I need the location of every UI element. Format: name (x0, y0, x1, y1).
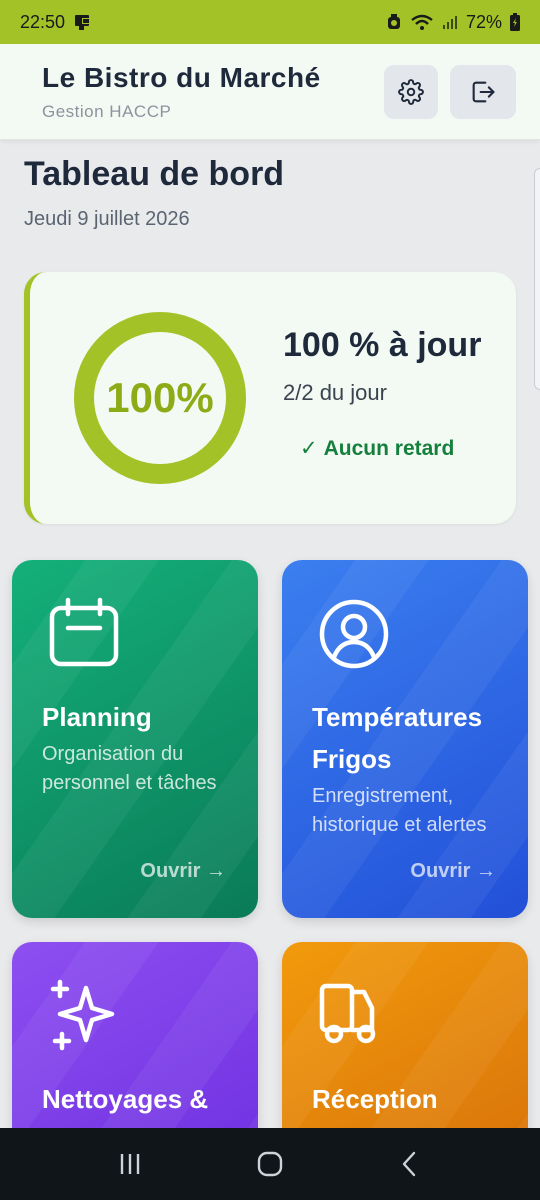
planning-open-link[interactable]: Ouvrir → (140, 860, 226, 883)
gear-icon (398, 79, 424, 105)
status-bar-left: 22:50 (20, 12, 93, 33)
app-subtitle: Gestion HACCP (42, 102, 172, 121)
page-title: Tableau de bord (24, 155, 285, 193)
compliance-progress-card: 100% 100 % à jour 2/2 du jour ✓ Aucun re… (24, 272, 516, 524)
system-navigation-bar (0, 1128, 540, 1200)
back-button[interactable] (380, 1134, 440, 1194)
status-time: 22:50 (20, 11, 66, 32)
app-header: Le Bistro du Marché Gestion HACCP (0, 44, 540, 140)
status-bar: 22:50 72% (0, 0, 540, 44)
sparkles-icon (50, 979, 115, 1051)
status-bar-right: 72% (386, 12, 520, 33)
calendar-icon (49, 597, 119, 667)
planning-title: Planning (42, 702, 152, 732)
fridge-temperatures-open-link[interactable]: Ouvrir → (410, 860, 496, 883)
progress-ring-label: 100% (106, 374, 214, 421)
check-icon: ✓ (300, 437, 318, 460)
home-button[interactable] (240, 1134, 300, 1194)
late-status: ✓ Aucun retard (300, 436, 454, 461)
battery-icon (510, 13, 520, 31)
logout-icon (472, 81, 495, 103)
page-date: Jeudi 9 juillet 2026 (24, 208, 190, 230)
fridge-temperatures-card[interactable]: Températures Frigos Enregistrement, hist… (282, 560, 528, 918)
settings-button[interactable] (384, 65, 438, 119)
fridge-temperatures-description: Enregistrement, historique et alertes (312, 785, 487, 836)
home-icon (257, 1151, 283, 1177)
logout-button[interactable] (450, 65, 516, 119)
progress-count: 2/2 du jour (283, 380, 387, 405)
app-title: Le Bistro du Marché (42, 62, 321, 93)
signal-icon (442, 14, 458, 30)
truck-icon (319, 983, 376, 1044)
user-circle-icon (319, 599, 389, 669)
battery-percent: 72% (465, 11, 502, 32)
back-icon (402, 1151, 416, 1177)
recent-apps-button[interactable] (100, 1134, 160, 1194)
progress-title: 100 % à jour (283, 326, 482, 364)
recent-apps-icon (120, 1154, 140, 1174)
side-panel-handle[interactable] (534, 168, 540, 390)
planning-description: Organisation du personnel et tâches (42, 743, 217, 794)
fridge-temperatures-title: Températures Frigos (312, 702, 483, 774)
late-status-label: Aucun retard (323, 436, 455, 460)
wifi-icon (410, 13, 434, 31)
notification-icon (73, 12, 93, 32)
planning-card[interactable]: Planning Organisation du personnel et tâ… (12, 560, 258, 918)
alarm-icon (386, 13, 402, 31)
